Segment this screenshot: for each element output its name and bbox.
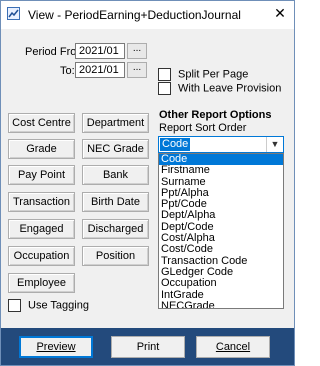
sort-order-selected-value: Code bbox=[160, 138, 191, 151]
checkbox-box[interactable] bbox=[158, 68, 171, 81]
pay-point-button[interactable]: Pay Point bbox=[8, 165, 75, 185]
with-leave-provision-checkbox[interactable]: With Leave Provision bbox=[158, 82, 281, 95]
dropdown-option-occupation[interactable]: Occupation bbox=[159, 277, 283, 289]
dialog-footer: Preview Print Cancel bbox=[1, 328, 294, 365]
other-report-options-title: Other Report Options bbox=[159, 109, 272, 121]
occupation-button[interactable]: Occupation bbox=[8, 246, 75, 266]
grade-button[interactable]: Grade bbox=[8, 139, 75, 159]
title-bar: View - PeriodEarning+DeductionJournal ✕ bbox=[1, 1, 294, 29]
checkbox-box[interactable] bbox=[158, 82, 171, 95]
cancel-button[interactable]: Cancel bbox=[196, 336, 270, 358]
period-to-label: To: bbox=[60, 65, 75, 77]
birth-date-button[interactable]: Birth Date bbox=[82, 192, 149, 212]
app-icon bbox=[7, 7, 20, 20]
close-icon[interactable]: ✕ bbox=[266, 1, 294, 25]
sort-order-dropdown-list: Code Firstname Surname Ppt/Alpha Ppt/Cod… bbox=[158, 153, 284, 309]
engaged-button[interactable]: Engaged bbox=[8, 219, 75, 239]
dropdown-option-firstname[interactable]: Firstname bbox=[159, 164, 283, 176]
sort-order-select[interactable]: Code ▼ bbox=[158, 136, 284, 153]
split-per-page-checkbox[interactable]: Split Per Page bbox=[158, 68, 248, 81]
period-to-browse-button[interactable]: ... bbox=[127, 62, 147, 78]
print-button[interactable]: Print bbox=[111, 336, 185, 358]
discharged-button[interactable]: Discharged bbox=[82, 219, 149, 239]
preview-button[interactable]: Preview bbox=[19, 336, 93, 358]
period-from-input[interactable] bbox=[75, 43, 125, 59]
chevron-down-icon[interactable]: ▼ bbox=[266, 137, 283, 152]
use-tagging-checkbox[interactable]: Use Tagging bbox=[8, 299, 89, 312]
preview-label: Preview bbox=[36, 341, 76, 353]
cancel-label: Cancel bbox=[215, 341, 251, 353]
report-dialog: View - PeriodEarning+DeductionJournal ✕ … bbox=[0, 0, 295, 366]
period-to-input[interactable] bbox=[75, 62, 125, 78]
period-from-browse-button[interactable]: ... bbox=[127, 43, 147, 59]
position-button[interactable]: Position bbox=[82, 246, 149, 266]
report-sort-order-label: Report Sort Order bbox=[159, 122, 247, 134]
window-title: View - PeriodEarning+DeductionJournal bbox=[28, 8, 241, 22]
dropdown-option-necgrade[interactable]: NECGrade bbox=[159, 300, 283, 308]
employee-button[interactable]: Employee bbox=[8, 273, 75, 293]
dropdown-option-cost-code[interactable]: Cost/Code bbox=[159, 244, 283, 256]
nec-grade-button[interactable]: NEC Grade bbox=[82, 139, 149, 159]
transaction-button[interactable]: Transaction bbox=[8, 192, 75, 212]
department-button[interactable]: Department bbox=[82, 113, 149, 133]
bank-button[interactable]: Bank bbox=[82, 165, 149, 185]
checkbox-box[interactable] bbox=[8, 299, 21, 312]
cost-centre-button[interactable]: Cost Centre bbox=[8, 113, 75, 133]
